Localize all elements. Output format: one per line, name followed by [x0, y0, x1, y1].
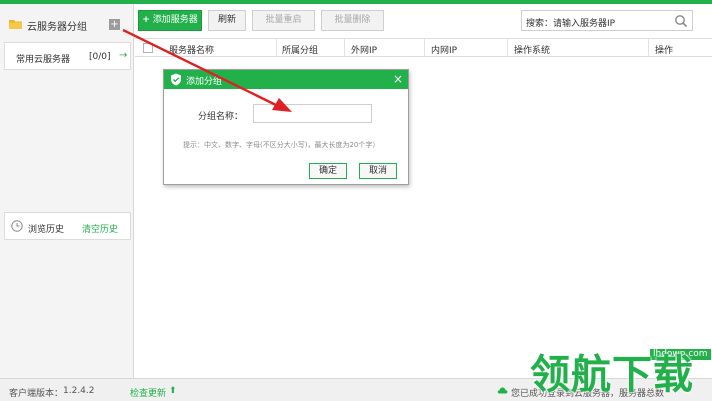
- column-group: 所属分组: [282, 46, 319, 56]
- watermark-logo: 领航下载: [530, 352, 694, 398]
- dialog-hint: 提示：中文、数字、字母(不区分大小写)，最大长度为20个字）: [183, 141, 380, 149]
- sidebar-item-label: 常用云服务器: [16, 55, 71, 65]
- column-divider: [648, 39, 649, 56]
- clear-history-link[interactable]: 清空历史: [82, 222, 118, 235]
- sidebar: 云服务器分组 + 常用云服务器 [0/0] → 浏览历史 清空历史: [0, 4, 134, 378]
- check-update-link[interactable]: 检查更新: [130, 386, 166, 399]
- close-icon[interactable]: ×: [393, 72, 403, 86]
- plus-icon: +: [142, 15, 150, 25]
- group-name-input[interactable]: [253, 104, 372, 123]
- select-all-checkbox[interactable]: [143, 43, 153, 53]
- search-input[interactable]: 搜索：请输入服务器IP: [521, 10, 693, 31]
- column-actions: 操作: [655, 46, 674, 56]
- upload-icon: ⬆: [169, 386, 177, 396]
- column-divider: [276, 39, 277, 56]
- refresh-button[interactable]: 刷新: [208, 10, 246, 31]
- add-group-icon[interactable]: +: [109, 19, 120, 30]
- add-server-label: 添加服务器: [152, 15, 198, 25]
- column-divider: [507, 39, 508, 56]
- sidebar-header: 云服务器分组 +: [0, 8, 134, 40]
- add-group-dialog: 添加分组 × 分组名称： 提示：中文、数字、字母(不区分大小写)，最大长度为20…: [163, 69, 409, 185]
- table-header: 服务器名称 所属分组 外网IP 内网IP 操作系统 操作: [135, 38, 712, 57]
- column-public-ip: 外网IP: [351, 46, 378, 56]
- sidebar-item-count: [0/0]: [89, 52, 111, 62]
- cloud-icon: [497, 387, 508, 394]
- column-divider: [344, 39, 345, 56]
- add-server-button[interactable]: + 添加服务器: [138, 10, 202, 31]
- column-os: 操作系统: [514, 46, 551, 56]
- sidebar-item-common-servers[interactable]: 常用云服务器 [0/0] →: [4, 42, 131, 70]
- arrow-right-icon: →: [119, 50, 128, 61]
- ok-button[interactable]: 确定: [309, 163, 347, 179]
- version-value: 1.2.4.2: [63, 386, 95, 396]
- search-icon[interactable]: [674, 14, 688, 28]
- version-label: 客户端版本：: [9, 389, 64, 399]
- search-placeholder: 搜索：请输入服务器IP: [526, 19, 616, 29]
- batch-restart-button[interactable]: 批量重启: [252, 10, 315, 31]
- history-label: 浏览历史: [28, 225, 65, 235]
- batch-delete-button[interactable]: 批量删除: [321, 10, 384, 31]
- cancel-button[interactable]: 取消: [359, 163, 397, 179]
- column-divider: [424, 39, 425, 56]
- clock-icon: [11, 220, 23, 232]
- browse-history: 浏览历史 清空历史: [4, 212, 131, 240]
- column-server-name: 服务器名称: [169, 46, 215, 56]
- sidebar-title: 云服务器分组: [27, 22, 87, 33]
- group-name-label: 分组名称：: [198, 112, 244, 122]
- folder-icon: [9, 20, 22, 29]
- column-private-ip: 内网IP: [431, 46, 458, 56]
- dialog-title: 添加分组: [186, 77, 223, 87]
- shield-icon: [171, 73, 181, 86]
- dialog-header: 添加分组 ×: [164, 70, 408, 89]
